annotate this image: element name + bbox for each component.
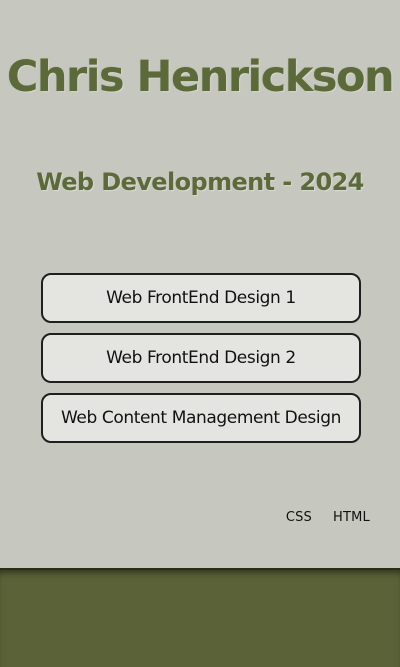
css-validation-link[interactable]: CSS <box>286 510 312 525</box>
nav-list-item: Web FrontEnd Design 2 <box>41 333 361 383</box>
site-subtitle: Web Development - 2024 <box>36 168 364 196</box>
web-content-management-design-button[interactable]: Web Content Management Design <box>41 393 361 443</box>
course-nav: Web FrontEnd Design 1 Web FrontEnd Desig… <box>41 273 361 453</box>
validation-links: CSS HTML <box>286 510 370 525</box>
page-content: Chris Henrickson Web Development - 2024 … <box>0 0 400 568</box>
web-frontend-design-2-button[interactable]: Web FrontEnd Design 2 <box>41 333 361 383</box>
site-title: Chris Henrickson <box>6 52 395 102</box>
bottom-band <box>0 568 400 667</box>
web-frontend-design-1-button[interactable]: Web FrontEnd Design 1 <box>41 273 361 323</box>
html-validation-link[interactable]: HTML <box>333 510 370 525</box>
nav-list-item: Web Content Management Design <box>41 393 361 443</box>
nav-list-item: Web FrontEnd Design 1 <box>41 273 361 323</box>
